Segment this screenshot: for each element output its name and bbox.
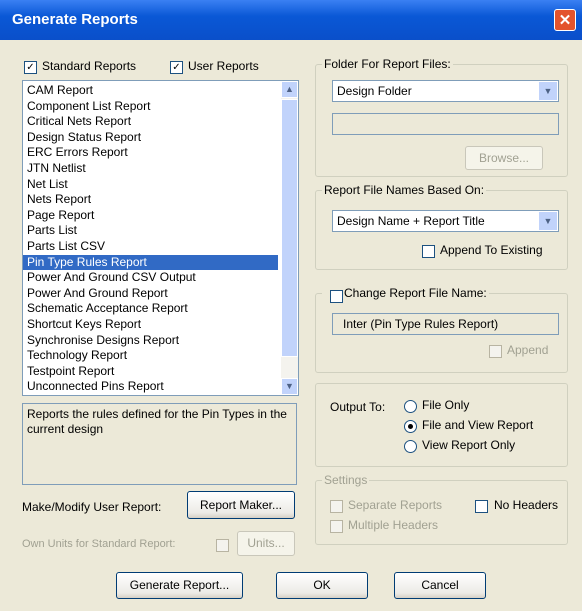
report-list-scrollbar[interactable]: ▲ ▼ xyxy=(281,81,298,395)
list-item[interactable]: Parts List CSV xyxy=(23,239,278,255)
report-list-items: CAM Report Component List Report Critical … xyxy=(23,83,278,396)
list-item[interactable]: Power And Ground CSV Output xyxy=(23,270,278,286)
browse-button[interactable]: Browse... xyxy=(465,146,543,170)
list-item[interactable]: Power And Ground Report xyxy=(23,286,278,302)
list-item[interactable]: Pin Type Rules Report xyxy=(23,254,278,271)
file-and-view-label: File and View Report xyxy=(422,418,534,432)
list-item[interactable]: Synchronise Designs Report xyxy=(23,333,278,349)
list-item[interactable]: Technology Report xyxy=(23,348,278,364)
append-checkbox[interactable] xyxy=(489,345,502,358)
report-description: Reports the rules defined for the Pin Ty… xyxy=(22,403,297,485)
list-item[interactable]: Critical Nets Report xyxy=(23,114,278,130)
list-item[interactable]: Testpoint Report xyxy=(23,364,278,380)
window-title: Generate Reports xyxy=(12,11,138,28)
own-units-label: Own Units for Standard Report: xyxy=(22,538,176,550)
multiple-headers-checkbox[interactable] xyxy=(330,520,343,533)
title-bar: Generate Reports ✕ xyxy=(0,0,582,40)
list-item[interactable]: Nets Report xyxy=(23,192,278,208)
list-item[interactable]: Net List xyxy=(23,177,278,193)
view-only-label: View Report Only xyxy=(422,438,516,452)
file-only-radio[interactable] xyxy=(404,400,417,413)
filenames-legend: Report File Names Based On: xyxy=(324,183,485,197)
list-item[interactable]: Unconnected Pins Report xyxy=(23,379,278,395)
report-listbox[interactable]: CAM Report Component List Report Critical … xyxy=(22,80,299,396)
no-headers-label: No Headers xyxy=(494,498,559,512)
list-item[interactable]: Component List Report xyxy=(23,99,278,115)
settings-legend: Settings xyxy=(324,473,368,487)
output-label: Output To: xyxy=(330,400,386,414)
multiple-headers-label: Multiple Headers xyxy=(348,518,439,532)
separate-reports-checkbox[interactable] xyxy=(330,500,343,513)
filenames-combo-value: Design Name + Report Title xyxy=(337,214,485,228)
append-existing-checkbox[interactable] xyxy=(422,245,435,258)
file-only-label: File Only xyxy=(422,398,470,412)
close-button[interactable]: ✕ xyxy=(554,9,576,31)
change-name-legend: Change Report File Name: xyxy=(344,286,487,300)
scroll-thumb[interactable] xyxy=(281,99,298,357)
folder-combo[interactable]: Design Folder ▼ xyxy=(332,80,559,102)
scroll-up-icon[interactable]: ▲ xyxy=(281,81,298,98)
append-label: Append xyxy=(507,343,549,357)
list-item[interactable]: JTN Netlist xyxy=(23,161,278,177)
list-item[interactable]: Parts List xyxy=(23,223,278,239)
folder-path-field[interactable] xyxy=(332,113,559,135)
list-item[interactable]: CAM Report xyxy=(23,83,278,99)
cancel-button[interactable]: Cancel xyxy=(394,572,486,599)
chevron-down-icon[interactable]: ▼ xyxy=(539,82,557,100)
list-item[interactable]: Page Report xyxy=(23,208,278,224)
standard-reports-label: Standard Reports xyxy=(42,59,137,73)
generate-report-button[interactable]: Generate Report... xyxy=(116,572,243,599)
list-item[interactable]: Unfinished Items Report xyxy=(23,395,278,396)
list-item[interactable]: Design Status Report xyxy=(23,130,278,146)
change-name-field[interactable]: Inter (Pin Type Rules Report) xyxy=(332,313,559,335)
list-item[interactable]: Schematic Acceptance Report xyxy=(23,301,278,317)
units-button[interactable]: Units... xyxy=(237,531,295,556)
chevron-down-icon[interactable]: ▼ xyxy=(539,212,557,230)
scroll-down-icon[interactable]: ▼ xyxy=(281,378,298,395)
change-name-checkbox[interactable] xyxy=(330,290,343,303)
list-item[interactable]: Shortcut Keys Report xyxy=(23,317,278,333)
user-reports-checkbox[interactable]: ✓ xyxy=(170,61,183,74)
ok-button[interactable]: OK xyxy=(276,572,368,599)
filenames-combo[interactable]: Design Name + Report Title ▼ xyxy=(332,210,559,232)
report-maker-button[interactable]: Report Maker... xyxy=(187,491,295,519)
folder-legend: Folder For Report Files: xyxy=(324,57,451,71)
user-reports-label: User Reports xyxy=(188,59,259,73)
list-item[interactable]: ERC Errors Report xyxy=(23,145,278,161)
standard-reports-checkbox[interactable]: ✓ xyxy=(24,61,37,74)
append-existing-label: Append To Existing xyxy=(440,243,543,257)
no-headers-checkbox[interactable] xyxy=(475,500,488,513)
own-units-checkbox[interactable] xyxy=(216,539,229,552)
file-and-view-radio[interactable] xyxy=(404,420,417,433)
user-report-label: Make/Modify User Report: xyxy=(22,500,162,514)
view-only-radio[interactable] xyxy=(404,440,417,453)
separate-reports-label: Separate Reports xyxy=(348,498,443,512)
folder-combo-value: Design Folder xyxy=(337,84,412,98)
